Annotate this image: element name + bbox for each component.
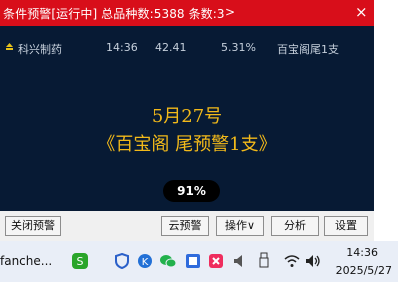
title-bar[interactable]: 条件预警[运行中] 总品种数:5388 条数:3 > × [0,0,374,26]
alert-panel: 科兴制药 14:36 42.41 5.31% 百宝阁尾1支 5月27号 《百宝阁… [0,26,374,211]
svg-text:K: K [142,257,149,268]
app-icon-2[interactable] [209,254,223,268]
sogou-icon[interactable]: S [71,252,89,270]
taskbar-date[interactable]: 2025/5/27 [336,264,392,277]
announcement-date: 5月27号 [151,106,223,127]
speaker-icon[interactable] [233,254,247,268]
progress-badge: 91% [163,180,220,202]
stock-price: 42.41 [155,41,187,54]
shield-icon[interactable] [114,253,130,269]
window-title: 条件预警[运行中] 总品种数:5388 条数:3 [3,7,225,21]
operate-button[interactable]: 操作∨ [216,216,264,236]
alert-condition: 百宝阁尾1支 [277,43,339,56]
alert-row[interactable]: 科兴制药 14:36 42.41 5.31% 百宝阁尾1支 [0,41,374,59]
announcement-title: 《百宝阁 尾预警1支》 [97,134,277,155]
k-icon[interactable]: K [137,253,153,269]
close-alert-button[interactable]: 关闭预警 [5,216,61,236]
taskbar-app-label[interactable]: fanche... [0,254,52,268]
alert-time: 14:36 [106,41,138,54]
app-icon-1[interactable] [186,254,200,268]
usb-icon[interactable] [259,252,269,268]
analyze-button[interactable]: 分析 [271,216,319,236]
settings-button[interactable]: 设置 [324,216,368,236]
alert-window: 条件预警[运行中] 总品种数:5388 条数:3 > × 科兴制药 14:36 … [0,0,374,241]
taskbar-time[interactable]: 14:36 [346,246,378,259]
svg-text:S: S [77,255,84,268]
close-icon[interactable]: × [355,3,368,21]
wechat-icon[interactable] [159,253,177,269]
stock-name: 科兴制药 [18,43,62,56]
up-arrow-icon [6,43,13,50]
wifi-icon[interactable] [284,254,300,268]
volume-icon[interactable] [305,254,321,268]
cloud-alert-button[interactable]: 云预警 [161,216,209,236]
title-arrow-icon[interactable]: > [225,5,235,19]
price-change: 5.31% [221,41,256,54]
